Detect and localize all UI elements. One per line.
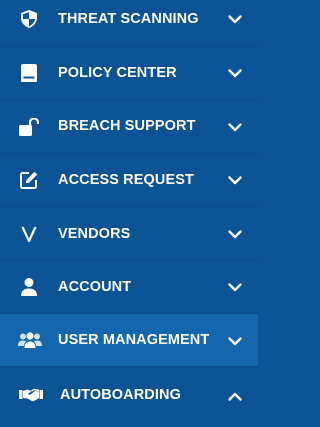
menu-item-threat-scanning[interactable]: THREAT SCANNING (0, 0, 258, 47)
chevron-down-icon[interactable] (226, 225, 244, 243)
chevron-down-icon[interactable] (226, 64, 244, 82)
menu-item-label: USER MANAGEMENT (58, 332, 210, 348)
menu-item-label: ACCOUNT (58, 279, 132, 295)
menu-item-label: BREACH SUPPORT (58, 118, 196, 134)
menu-item-user-management[interactable]: USER MANAGEMENT (0, 314, 258, 367)
v-letter-icon (17, 223, 41, 245)
menu-item-vendors[interactable]: VENDORS (0, 207, 258, 261)
chevron-up-icon[interactable] (226, 387, 244, 405)
chevron-down-icon[interactable] (226, 332, 244, 350)
user-icon (17, 276, 41, 298)
unlock-icon (17, 116, 41, 138)
menu-item-breach-support[interactable]: BREACH SUPPORT (0, 100, 258, 154)
menu-item-autoboarding[interactable]: AUTOBOARDING (0, 367, 258, 427)
menu-item-policy-center[interactable]: POLICY CENTER (0, 47, 258, 100)
menu-item-label: AUTOBOARDING (60, 387, 181, 403)
shield-icon (17, 8, 41, 30)
menu-item-label: ACCESS REQUEST (58, 172, 194, 188)
menu-item-label: VENDORS (58, 226, 131, 242)
chevron-down-icon[interactable] (226, 278, 244, 296)
menu-item-account[interactable]: ACCOUNT (0, 261, 258, 314)
sidebar-menu: THREAT SCANNING POLICY CENTER BREACH SUP… (0, 0, 258, 421)
book-icon (17, 62, 41, 84)
chevron-down-icon[interactable] (226, 171, 244, 189)
edit-icon (17, 169, 41, 191)
chevron-down-icon[interactable] (226, 10, 244, 28)
users-icon (17, 329, 43, 351)
handshake-icon (17, 384, 45, 406)
menu-item-access-request[interactable]: ACCESS REQUEST (0, 154, 258, 207)
chevron-down-icon[interactable] (226, 118, 244, 136)
menu-item-label: THREAT SCANNING (58, 11, 199, 27)
menu-item-label: POLICY CENTER (58, 65, 177, 81)
